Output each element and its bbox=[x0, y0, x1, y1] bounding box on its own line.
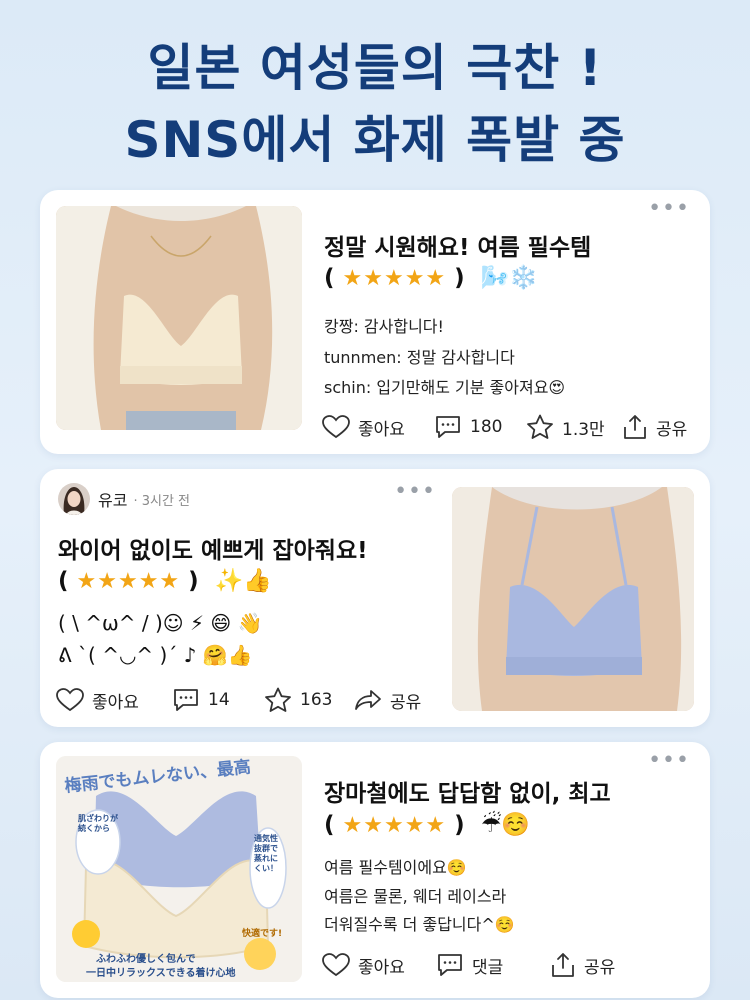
heart-icon bbox=[56, 688, 84, 712]
rating-close-paren: ) bbox=[188, 568, 199, 594]
rating: ( ★★★★★ ) 🌬️❄️ bbox=[324, 264, 538, 291]
comment-2: tunnmen: 정말 감사합니다 bbox=[324, 348, 515, 367]
review-title: 와이어 없이도 예쁘게 잡아줘요! bbox=[58, 538, 368, 564]
comment-icon bbox=[438, 954, 462, 976]
post-time: · 3시간 전 bbox=[133, 493, 191, 509]
like-button[interactable]: 좋아요 bbox=[322, 415, 434, 440]
rating-emoji: ✨👍 bbox=[214, 568, 272, 594]
review-card-1: ••• 정말 시원해요! 여름 필수템 ( ★★★★★ ) 🌬️❄️ 캉짱: 감… bbox=[40, 190, 710, 454]
share-label: 공유 bbox=[656, 419, 688, 440]
post-author: 유코 · 3시간 전 bbox=[58, 483, 190, 515]
headline-line-1: 일본 여성들의 극찬 ! bbox=[147, 39, 603, 97]
comment-1: 여름 필수템이에요☺️ bbox=[324, 858, 467, 877]
star-rating: ★★★★★ bbox=[342, 266, 447, 291]
rating-open-paren: ( bbox=[58, 568, 69, 594]
author-name[interactable]: 유코 bbox=[98, 487, 127, 511]
more-options-icon[interactable]: ••• bbox=[648, 198, 690, 220]
more-options-icon[interactable]: ••• bbox=[394, 481, 436, 503]
image-left-bubble-text: 肌ざわりが続くから bbox=[78, 814, 118, 833]
share-button[interactable]: 공유 bbox=[354, 688, 421, 713]
heart-icon bbox=[322, 415, 350, 439]
star-icon bbox=[265, 687, 291, 712]
like-button[interactable]: 좋아요 bbox=[322, 953, 436, 978]
share-label: 공유 bbox=[584, 957, 616, 978]
star-rating: ★★★★★ bbox=[342, 813, 447, 838]
share-icon bbox=[624, 415, 646, 439]
comment-3: 더워질수록 더 좋답니다^☺️ bbox=[324, 915, 515, 934]
favorite-button[interactable]: 1.3만 bbox=[526, 414, 622, 440]
heart-icon bbox=[322, 953, 350, 977]
share-button[interactable]: 공유 bbox=[550, 952, 615, 978]
kaomoji-line-1: ( \ ^ω^ / )☺︎ ⚡︎ 😄 👋 bbox=[58, 611, 263, 635]
favorite-button[interactable]: 163 bbox=[264, 687, 354, 713]
product-photo-beige bbox=[56, 206, 302, 430]
comment-label: 댓글 bbox=[472, 957, 504, 978]
avatar[interactable] bbox=[58, 483, 90, 515]
comment-3: schin: 입기만해도 기분 좋아져요😍 bbox=[324, 378, 566, 397]
star-icon bbox=[527, 414, 553, 439]
like-label: 좋아요 bbox=[358, 957, 405, 978]
kaomoji-line-2: ᕕ `( ^◡^ )´ ♪ 🤗👍 bbox=[58, 643, 253, 667]
image-bottom-text-1: ふわふわ優しく包んで bbox=[96, 954, 196, 965]
comment-icon bbox=[174, 689, 198, 711]
comment-button[interactable]: 180 bbox=[434, 415, 526, 439]
image-badge-text: 快適です! bbox=[242, 929, 283, 939]
rating: ( ★★★★★ ) ☔☺️ bbox=[324, 811, 530, 838]
review-title: 장마철에도 답답함 없이, 최고 bbox=[324, 781, 611, 807]
rating-close-paren: ) bbox=[454, 265, 465, 291]
comment-count: 180 bbox=[470, 417, 503, 437]
review-card-3: 梅雨でもムレない、最高 肌ざわりが続くから 通気性抜群で蒸れにくい！ 快適です!… bbox=[40, 742, 710, 998]
rating-close-paren: ) bbox=[454, 812, 465, 838]
comment-icon bbox=[436, 416, 460, 438]
review-card-2: 유코 · 3시간 전 ••• 와이어 없이도 예쁘게 잡아줘요! ( ★★★★★… bbox=[40, 469, 710, 727]
rating-emoji: ☔☺️ bbox=[480, 812, 530, 838]
comment-2: 여름은 물론, 웨더 레이스라 bbox=[324, 887, 507, 906]
comment-1: 캉짱: 감사합니다! bbox=[324, 317, 444, 336]
product-collage-image: 梅雨でもムレない、最高 肌ざわりが続くから 通気性抜群で蒸れにくい！ 快適です!… bbox=[56, 756, 302, 982]
rating-open-paren: ( bbox=[324, 265, 335, 291]
comment-count: 14 bbox=[208, 690, 230, 710]
more-options-icon[interactable]: ••• bbox=[648, 750, 690, 772]
star-rating: ★★★★★ bbox=[76, 569, 181, 594]
rating-emoji: 🌬️❄️ bbox=[480, 265, 538, 291]
favorite-count: 1.3만 bbox=[562, 419, 605, 440]
like-button[interactable]: 좋아요 bbox=[56, 688, 172, 713]
rating: ( ★★★★★ ) ✨👍 bbox=[58, 567, 272, 594]
share-icon bbox=[552, 953, 574, 977]
rating-open-paren: ( bbox=[324, 812, 335, 838]
review-title: 정말 시원해요! 여름 필수템 bbox=[324, 235, 592, 261]
comment-button[interactable]: 14 bbox=[172, 688, 264, 712]
share-label: 공유 bbox=[390, 692, 422, 713]
like-label: 좋아요 bbox=[92, 692, 139, 713]
favorite-count: 163 bbox=[300, 690, 333, 710]
share-button[interactable]: 공유 bbox=[622, 414, 687, 440]
comment-button[interactable]: 댓글 bbox=[436, 953, 550, 978]
image-right-bubble-text: 通気性抜群で蒸れにくい！ bbox=[254, 834, 278, 873]
headline-line-2: SNS에서 화제 폭발 중 bbox=[124, 111, 626, 169]
image-bottom-text-2: 一日中リラックスできる着け心地 bbox=[86, 968, 236, 979]
share-arrow-icon bbox=[355, 690, 381, 710]
product-photo-blue bbox=[452, 487, 694, 711]
like-label: 좋아요 bbox=[358, 419, 405, 440]
